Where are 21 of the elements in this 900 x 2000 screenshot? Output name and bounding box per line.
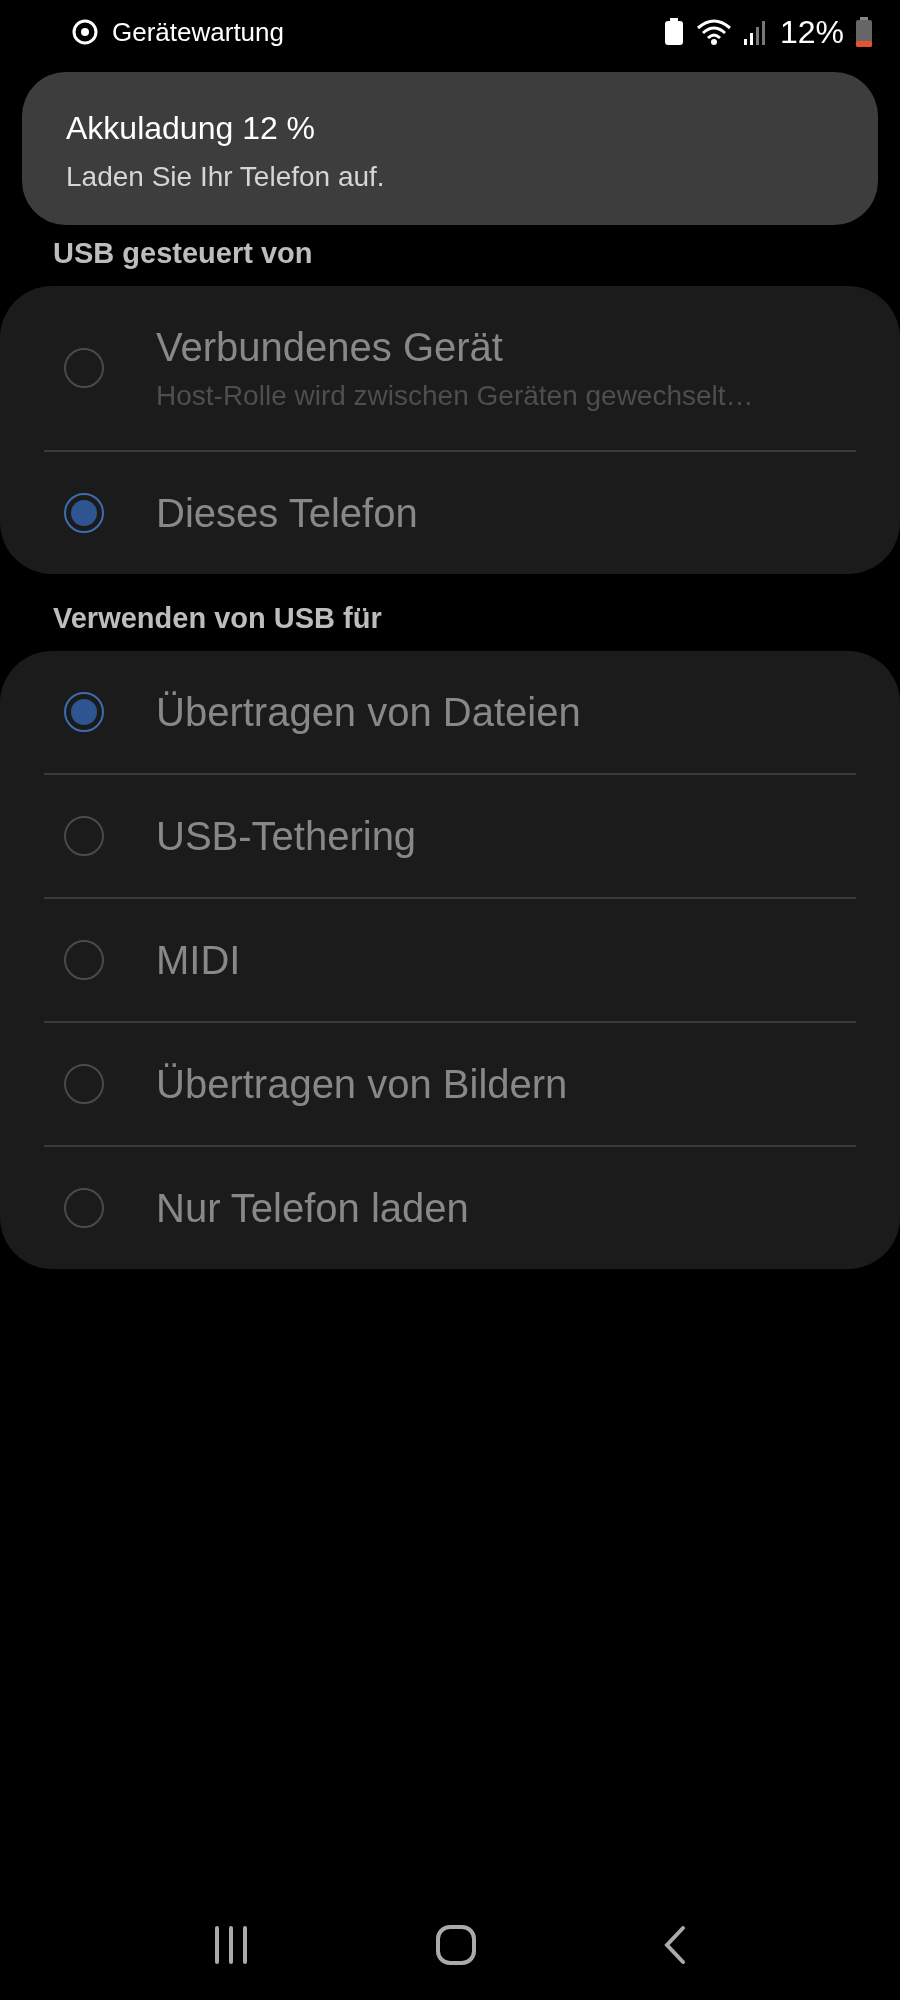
option-label: USB-Tethering	[156, 813, 417, 859]
battery-saver-icon	[663, 18, 684, 46]
option-label: Übertragen von Bildern	[156, 1061, 568, 1107]
device-care-icon	[70, 17, 100, 47]
notification-label: Gerätewartung	[112, 16, 284, 48]
toast-title: Akkuladung 12 %	[66, 110, 317, 147]
option-label: Verbundenes Gerät	[156, 324, 504, 370]
toast-message: Laden Sie Ihr Telefon auf.	[66, 161, 386, 193]
battery-percentage: 12%	[779, 13, 844, 51]
battery-icon	[856, 17, 872, 47]
option-label: Nur Telefon laden	[156, 1185, 469, 1231]
back-icon[interactable]	[663, 1925, 687, 1965]
wifi-icon	[695, 18, 732, 46]
option-label: MIDI	[156, 937, 241, 983]
home-icon[interactable]	[435, 1924, 477, 1966]
option-label: Übertragen von Dateien	[156, 689, 581, 735]
option-label: Dieses Telefon	[156, 490, 418, 536]
section-header: USB gesteuert von	[52, 236, 314, 271]
section-header: Verwenden von USB für	[52, 601, 383, 636]
recent-apps-icon[interactable]	[213, 1926, 249, 1964]
signal-icon	[743, 19, 768, 45]
